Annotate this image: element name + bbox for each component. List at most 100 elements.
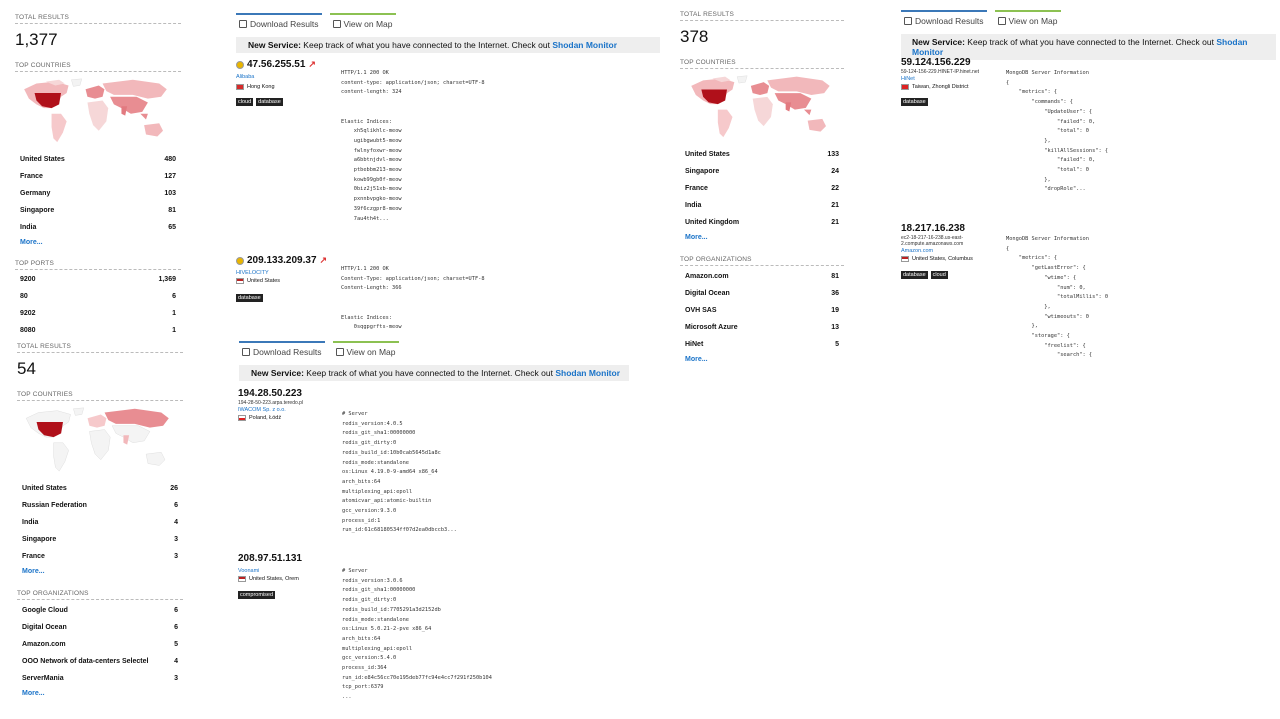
result-org[interactable]: Voonami xyxy=(238,568,338,574)
country-row[interactable]: United States 26 xyxy=(17,480,183,497)
result-ip[interactable]: 209.133.209.37 xyxy=(247,255,317,266)
country-row[interactable]: Singapore 24 xyxy=(680,163,844,180)
result-card: 208.97.51.131 Voonami United States, Ore… xyxy=(238,553,338,599)
result-hostname: ec2-18-217-16-238.us-east-2.compute.amaz… xyxy=(901,235,964,247)
map-icon xyxy=(997,17,1006,25)
monitor-banner: New Service: Keep track of what you have… xyxy=(236,37,660,53)
more-countries-link[interactable]: More... xyxy=(17,568,183,575)
result-hostname: 194-28-50-223.arpa.teredo.pl xyxy=(238,400,304,406)
country-row[interactable]: France 22 xyxy=(680,180,844,197)
map-icon xyxy=(335,348,344,356)
result-ip[interactable]: 59.124.156.229 xyxy=(901,57,981,68)
result-tags: database xyxy=(901,98,981,106)
country-row[interactable]: United States 133 xyxy=(680,146,844,163)
external-link-icon[interactable]: ↗ xyxy=(308,59,316,70)
top-countries-title: TOP COUNTRIES xyxy=(15,62,181,72)
world-map[interactable] xyxy=(680,73,840,139)
org-row[interactable]: Google Cloud 6 xyxy=(17,602,183,619)
result-org[interactable]: Alibaba xyxy=(236,74,336,80)
view-on-map-tab[interactable]: View on Map xyxy=(329,13,396,29)
shodan-monitor-link[interactable]: Shodan Monitor xyxy=(555,368,620,378)
org-row[interactable]: HiNet 5 xyxy=(680,336,844,353)
more-countries-link[interactable]: More... xyxy=(680,234,844,241)
result-ip[interactable]: 18.217.16.238 xyxy=(901,223,981,234)
result-org[interactable]: IWACOM Sp. z o.o. xyxy=(238,407,338,413)
org-row[interactable]: Amazon.com 81 xyxy=(680,268,844,285)
flag-icon xyxy=(238,576,246,582)
result-hostname: 59-124-156-229.HINET-IP.hinet.net xyxy=(901,69,980,75)
download-results-tab[interactable]: Download Results xyxy=(239,341,325,357)
tag[interactable]: database xyxy=(236,294,263,302)
result-org[interactable]: HiNet xyxy=(901,76,981,82)
result-card: 209.133.209.37 ↗ HIVELOCITY United States… xyxy=(236,255,336,302)
download-results-tab[interactable]: Download Results xyxy=(236,13,322,29)
external-link-icon[interactable]: ↗ xyxy=(320,255,328,266)
country-list: United States 133 Singapore 24 France 22 In… xyxy=(680,146,844,231)
view-on-map-tab[interactable]: View on Map xyxy=(994,10,1061,26)
result-org[interactable]: HIVELOCITY xyxy=(236,270,336,276)
top-countries-title: TOP COUNTRIES xyxy=(680,59,844,69)
total-results-title: TOTAL RESULTS xyxy=(15,14,181,24)
country-row[interactable]: United States 480 xyxy=(15,151,181,168)
download-icon xyxy=(904,17,912,25)
more-orgs-link[interactable]: More... xyxy=(680,356,844,363)
tag[interactable]: compromised xyxy=(238,591,276,599)
result-org[interactable]: Amazon.com xyxy=(901,248,981,254)
country-row[interactable]: Germany 103 xyxy=(15,185,181,202)
port-row[interactable]: 9202 1 xyxy=(15,305,181,322)
more-countries-link[interactable]: More... xyxy=(15,239,181,246)
tag[interactable]: database xyxy=(901,98,928,106)
tag[interactable]: database xyxy=(256,98,283,106)
result-banner: MongoDB Server Information { "metrics": … xyxy=(1006,236,1109,359)
world-map[interactable] xyxy=(17,405,177,473)
download-results-tab[interactable]: Download Results xyxy=(901,10,987,26)
download-icon xyxy=(239,20,247,28)
org-row[interactable]: Digital Ocean 6 xyxy=(17,619,183,636)
result-tags: compromised xyxy=(238,591,338,599)
org-row[interactable]: OOO Network of data-centers Selectel 4 xyxy=(17,653,183,670)
monitor-banner: New Service: Keep track of what you have… xyxy=(239,365,629,381)
result-ip[interactable]: 194.28.50.223 xyxy=(238,388,338,399)
port-row[interactable]: 80 6 xyxy=(15,288,181,305)
world-map[interactable] xyxy=(15,76,175,144)
facets-panel-1: TOTAL RESULTS 1,377 TOP COUNTRIES United… xyxy=(15,14,181,339)
total-results-title: TOTAL RESULTS xyxy=(17,343,183,353)
org-row[interactable]: Amazon.com 5 xyxy=(17,636,183,653)
country-row[interactable]: United Kingdom 21 xyxy=(680,214,844,231)
result-banner: # Server redis_version:4.0.5 redis_git_s… xyxy=(342,411,457,534)
org-row[interactable]: OVH SAS 19 xyxy=(680,302,844,319)
result-card: 194.28.50.223 194-28-50-223.arpa.teredo.… xyxy=(238,388,338,421)
top-organizations-title: TOP ORGANIZATIONS xyxy=(17,590,183,600)
top-countries-title: TOP COUNTRIES xyxy=(17,391,183,401)
country-row[interactable]: France 3 xyxy=(17,548,183,565)
shodan-monitor-link[interactable]: Shodan Monitor xyxy=(552,40,617,50)
result-card: 18.217.16.238 ec2-18-217-16-238.us-east-… xyxy=(901,223,981,279)
result-ip[interactable]: 208.97.51.131 xyxy=(238,553,338,564)
result-banner: # Server redis_version:3.0.6 redis_git_s… xyxy=(342,568,492,701)
tag[interactable]: database xyxy=(901,271,928,279)
country-row[interactable]: France 127 xyxy=(15,168,181,185)
org-row[interactable]: Microsoft Azure 13 xyxy=(680,319,844,336)
country-row[interactable]: Russian Federation 6 xyxy=(17,497,183,514)
download-icon xyxy=(242,348,250,356)
result-location: Taiwan, Zhongli District xyxy=(912,84,969,90)
tag[interactable]: cloud xyxy=(236,98,254,106)
result-ip[interactable]: 47.56.255.51 xyxy=(247,59,305,70)
country-row[interactable]: India 65 xyxy=(15,219,181,236)
country-row[interactable]: Singapore 81 xyxy=(15,202,181,219)
total-results-title: TOTAL RESULTS xyxy=(680,11,844,21)
more-orgs-link[interactable]: More... xyxy=(17,690,183,697)
country-row[interactable]: India 21 xyxy=(680,197,844,214)
facets-panel-3: TOTAL RESULTS 378 TOP COUNTRIES United S… xyxy=(680,11,844,363)
flag-icon xyxy=(236,278,244,284)
country-row[interactable]: Singapore 3 xyxy=(17,531,183,548)
port-row[interactable]: 8080 1 xyxy=(15,322,181,339)
country-row[interactable]: India 4 xyxy=(17,514,183,531)
org-row[interactable]: Digital Ocean 36 xyxy=(680,285,844,302)
result-banner: HTTP/1.1 200 OK Content-Type: applicatio… xyxy=(341,266,485,331)
org-row[interactable]: ServerMania 3 xyxy=(17,670,183,687)
result-tags: database cloud xyxy=(901,271,981,279)
port-row[interactable]: 9200 1,369 xyxy=(15,271,181,288)
tag[interactable]: cloud xyxy=(930,271,948,279)
view-on-map-tab[interactable]: View on Map xyxy=(332,341,399,357)
